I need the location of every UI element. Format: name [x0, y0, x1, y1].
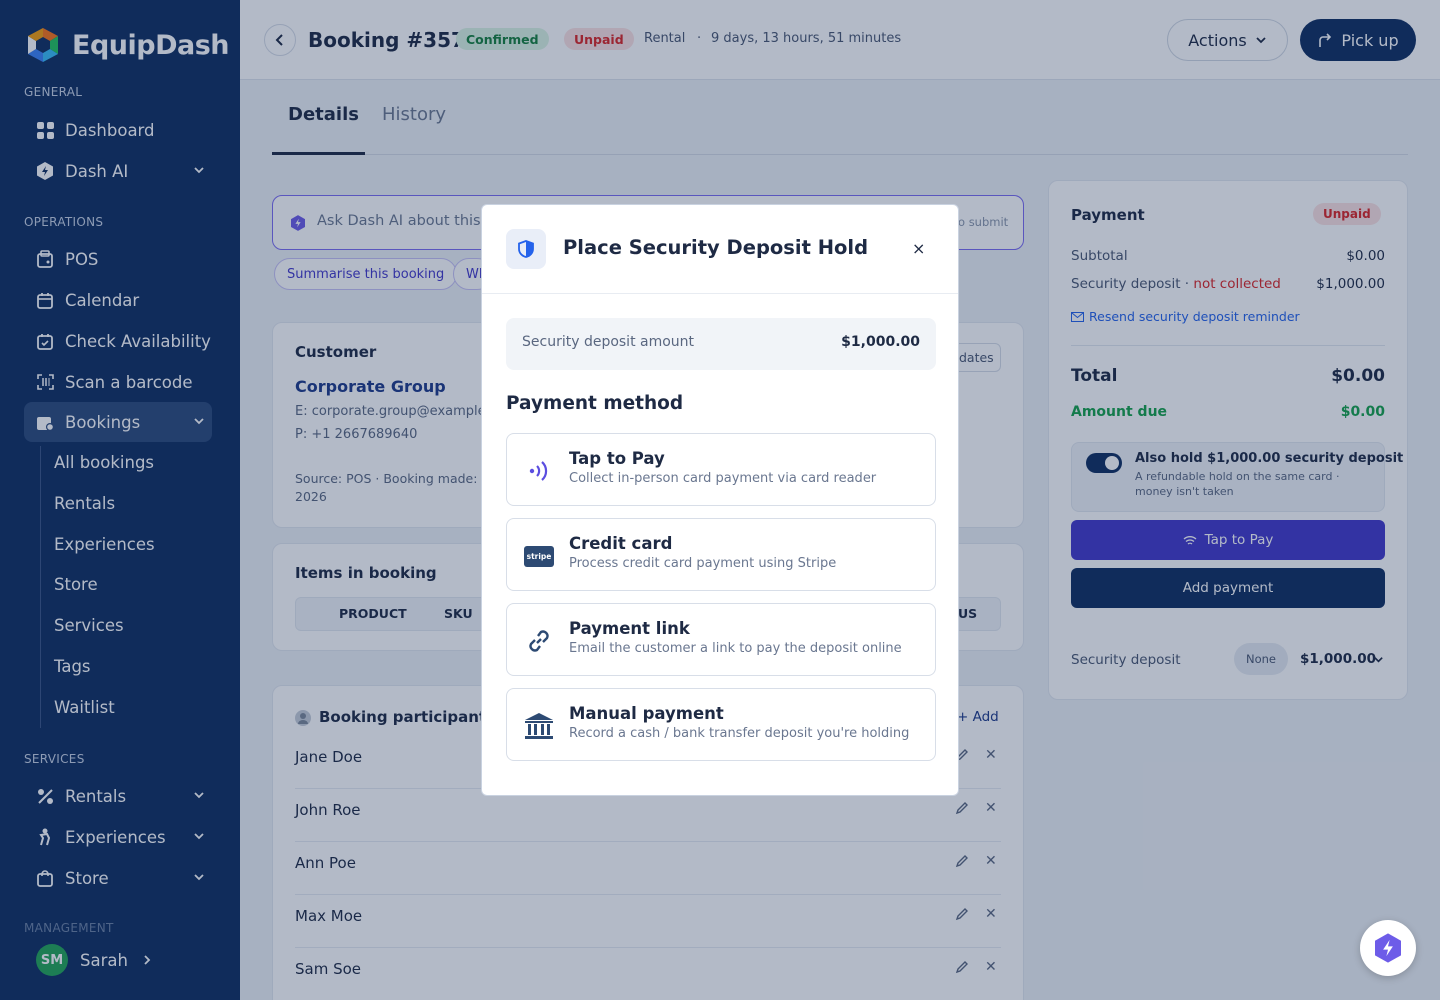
payment-option-tap-to-pay[interactable]: Tap to Pay Collect in-person card paymen… — [506, 433, 936, 506]
modal-title: Place Security Deposit Hold — [563, 236, 869, 259]
option-description: Process credit card payment using Stripe — [569, 556, 837, 571]
deposit-amount-field: Security deposit amount $1,000.00 — [506, 318, 936, 370]
option-description: Record a cash / bank transfer deposit yo… — [569, 726, 910, 741]
bank-icon — [523, 711, 555, 741]
dash-ai-fab[interactable] — [1360, 920, 1416, 976]
payment-option-manual-payment[interactable]: Manual payment Record a cash / bank tran… — [506, 688, 936, 761]
security-deposit-modal: Place Security Deposit Hold × Security d… — [481, 204, 959, 796]
deposit-amount-label: Security deposit amount — [522, 334, 695, 350]
payment-option-payment-link[interactable]: Payment link Email the customer a link t… — [506, 603, 936, 676]
option-title: Payment link — [569, 619, 690, 638]
option-title: Credit card — [569, 534, 673, 553]
payment-method-heading: Payment method — [506, 393, 684, 414]
modal-header: Place Security Deposit Hold × — [482, 205, 958, 294]
option-title: Manual payment — [569, 704, 724, 723]
option-description: Email the customer a link to pay the dep… — [569, 641, 902, 656]
contactless-icon — [523, 456, 555, 486]
stripe-icon: stripe — [523, 541, 555, 571]
deposit-amount-value: $1,000.00 — [841, 334, 920, 350]
dash-ai-icon — [1375, 933, 1401, 963]
shield-icon — [506, 229, 546, 269]
option-description: Collect in-person card payment via card … — [569, 471, 877, 486]
payment-option-credit-card[interactable]: stripe Credit card Process credit card p… — [506, 518, 936, 591]
link-icon — [523, 626, 555, 656]
close-icon[interactable]: × — [912, 239, 925, 258]
option-title: Tap to Pay — [569, 449, 665, 468]
